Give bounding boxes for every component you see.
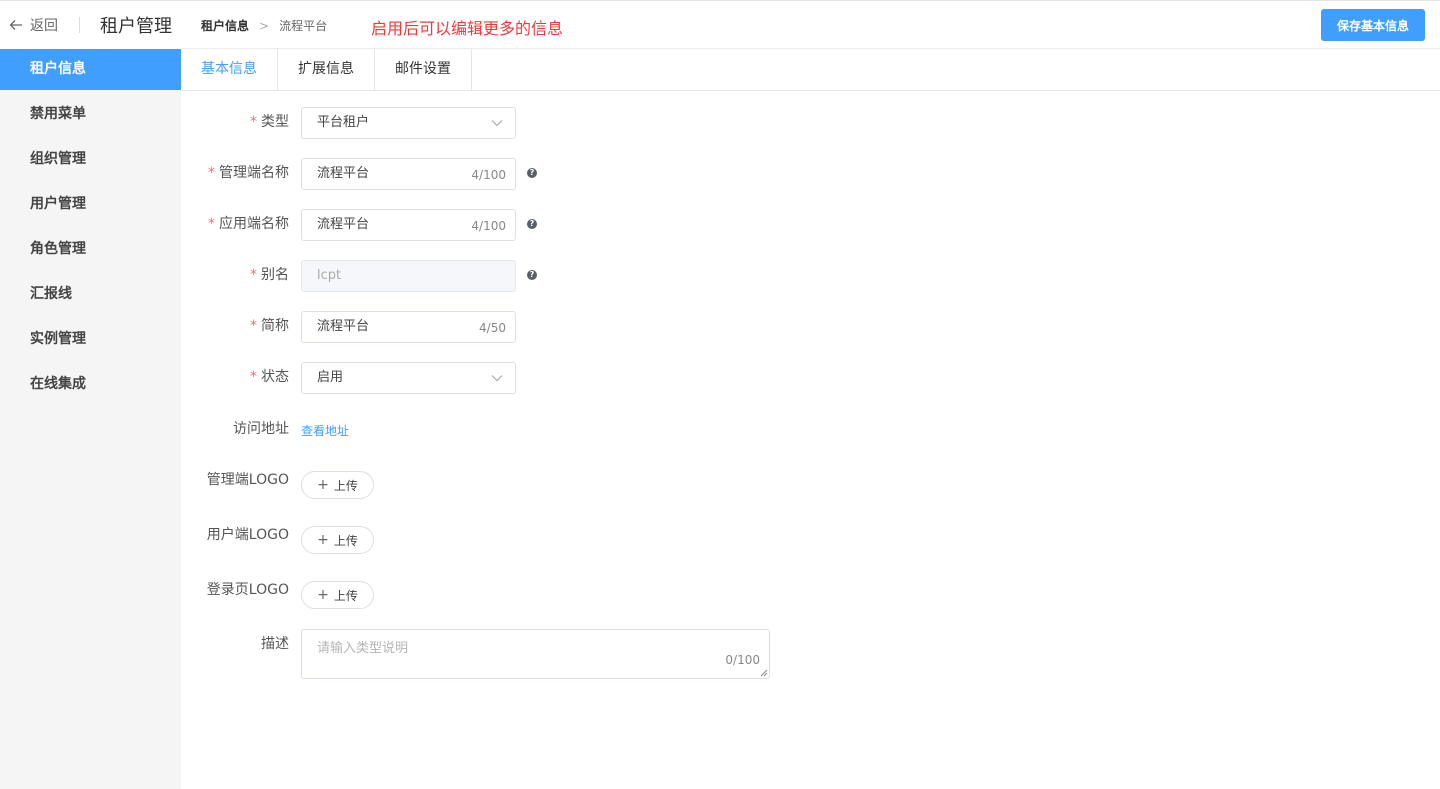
admin-name-count: 4/100 bbox=[471, 168, 506, 182]
header-divider bbox=[79, 17, 80, 33]
back-button[interactable]: 返回 bbox=[8, 14, 58, 36]
sidebar-item-org-management[interactable]: 组织管理 bbox=[0, 139, 181, 180]
form-row-login-logo: 登录页LOGO + 上传 bbox=[181, 575, 881, 609]
required-mark: * bbox=[250, 318, 257, 334]
admin-name-label: * 管理端名称 bbox=[208, 165, 289, 181]
app-name-value: 流程平台 bbox=[317, 217, 370, 232]
tab-mail-settings[interactable]: 邮件设置 bbox=[375, 49, 472, 90]
description-count: 0/100 bbox=[725, 653, 760, 667]
edit-notice: 启用后可以编辑更多的信息 bbox=[371, 19, 564, 38]
form-row-type: * 类型 平台租户 bbox=[181, 107, 881, 139]
breadcrumb-separator: > bbox=[259, 18, 270, 33]
upload-label: 上传 bbox=[333, 478, 358, 493]
arrow-left-icon bbox=[9, 20, 22, 30]
admin-name-input[interactable]: 流程平台 4/100 bbox=[301, 158, 516, 190]
required-mark: * bbox=[250, 267, 257, 283]
plus-icon: + bbox=[317, 532, 329, 548]
save-basic-info-button[interactable]: 保存基本信息 bbox=[1321, 9, 1425, 41]
app-name-input[interactable]: 流程平台 4/100 bbox=[301, 209, 516, 241]
page-title: 租户管理 bbox=[100, 16, 172, 37]
description-textarea[interactable]: 请输入类型说明 0/100 bbox=[301, 629, 770, 679]
chevron-down-icon bbox=[491, 120, 503, 127]
login-logo-upload-button[interactable]: + 上传 bbox=[301, 581, 374, 609]
tab-extended-info[interactable]: 扩展信息 bbox=[278, 49, 375, 90]
sidebar-item-role-management[interactable]: 角色管理 bbox=[0, 229, 181, 270]
help-icon[interactable]: ? bbox=[527, 168, 537, 178]
login-logo-label: 登录页LOGO bbox=[206, 582, 289, 598]
form-row-alias: * 别名 lcpt ? bbox=[181, 260, 881, 292]
type-select[interactable]: 平台租户 bbox=[301, 107, 516, 139]
app-name-count: 4/100 bbox=[471, 219, 506, 233]
form-row-access-url: 访问地址 查看地址 bbox=[181, 414, 881, 446]
form-row-app-name: * 应用端名称 流程平台 4/100 ? bbox=[181, 209, 881, 241]
type-select-value: 平台租户 bbox=[317, 115, 370, 130]
admin-logo-label: 管理端LOGO bbox=[206, 472, 289, 488]
required-mark: * bbox=[250, 369, 257, 385]
short-name-count: 4/50 bbox=[479, 321, 506, 335]
upload-label: 上传 bbox=[333, 533, 358, 548]
form-row-admin-logo: 管理端LOGO + 上传 bbox=[181, 465, 881, 499]
description-label: 描述 bbox=[261, 636, 289, 652]
help-icon[interactable]: ? bbox=[527, 219, 537, 229]
form-row-status: * 状态 启用 bbox=[181, 362, 881, 394]
sidebar: 租户信息 禁用菜单 组织管理 用户管理 角色管理 汇报线 实例管理 在线集成 bbox=[0, 49, 181, 789]
required-mark: * bbox=[208, 165, 215, 181]
tab-basic-info[interactable]: 基本信息 bbox=[181, 49, 278, 90]
sidebar-item-report-line[interactable]: 汇报线 bbox=[0, 274, 181, 315]
status-select[interactable]: 启用 bbox=[301, 362, 516, 394]
sidebar-item-online-integration[interactable]: 在线集成 bbox=[0, 364, 181, 405]
app-name-label: * 应用端名称 bbox=[208, 216, 289, 232]
plus-icon: + bbox=[317, 477, 329, 493]
short-name-label: * 简称 bbox=[250, 318, 289, 334]
breadcrumb: 租户信息 > 流程平台 bbox=[201, 17, 327, 34]
form-row-short-name: * 简称 流程平台 4/50 bbox=[181, 311, 881, 343]
sidebar-item-user-management[interactable]: 用户管理 bbox=[0, 184, 181, 225]
sidebar-item-tenant-info[interactable]: 租户信息 bbox=[0, 49, 181, 90]
required-mark: * bbox=[208, 216, 215, 232]
chevron-down-icon bbox=[491, 375, 503, 382]
form-row-user-logo: 用户端LOGO + 上传 bbox=[181, 520, 881, 554]
admin-logo-upload-button[interactable]: + 上传 bbox=[301, 471, 374, 499]
user-logo-label: 用户端LOGO bbox=[206, 527, 289, 543]
alias-input: lcpt bbox=[301, 260, 516, 292]
status-label: * 状态 bbox=[250, 369, 289, 385]
admin-name-value: 流程平台 bbox=[317, 166, 370, 181]
back-label: 返回 bbox=[30, 18, 58, 34]
description-placeholder: 请输入类型说明 bbox=[317, 641, 409, 656]
required-mark: * bbox=[250, 114, 257, 130]
breadcrumb-item-current: 流程平台 bbox=[279, 19, 328, 33]
status-select-value: 启用 bbox=[317, 370, 344, 385]
sidebar-item-disabled-menu[interactable]: 禁用菜单 bbox=[0, 94, 181, 135]
view-address-link[interactable]: 查看地址 bbox=[301, 422, 349, 439]
main-header: 租户信息 > 流程平台 启用后可以编辑更多的信息 保存基本信息 bbox=[181, 1, 1440, 49]
tab-bar: 基本信息 扩展信息 邮件设置 bbox=[181, 49, 1440, 91]
form-row-description: 描述 请输入类型说明 0/100 bbox=[181, 629, 881, 679]
alias-label: * 别名 bbox=[250, 267, 289, 283]
form-row-admin-name: * 管理端名称 流程平台 4/100 ? bbox=[181, 158, 881, 190]
access-url-label: 访问地址 bbox=[233, 421, 289, 437]
short-name-value: 流程平台 bbox=[317, 319, 370, 334]
user-logo-upload-button[interactable]: + 上传 bbox=[301, 526, 374, 554]
resize-grip-icon[interactable] bbox=[760, 669, 768, 677]
sidebar-item-instance-management[interactable]: 实例管理 bbox=[0, 319, 181, 360]
breadcrumb-item-tenant-info[interactable]: 租户信息 bbox=[201, 17, 249, 34]
alias-value: lcpt bbox=[317, 268, 342, 283]
help-icon[interactable]: ? bbox=[527, 270, 537, 280]
short-name-input[interactable]: 流程平台 4/50 bbox=[301, 311, 516, 343]
upload-label: 上传 bbox=[333, 588, 358, 603]
plus-icon: + bbox=[317, 587, 329, 603]
type-label: * 类型 bbox=[250, 114, 289, 130]
